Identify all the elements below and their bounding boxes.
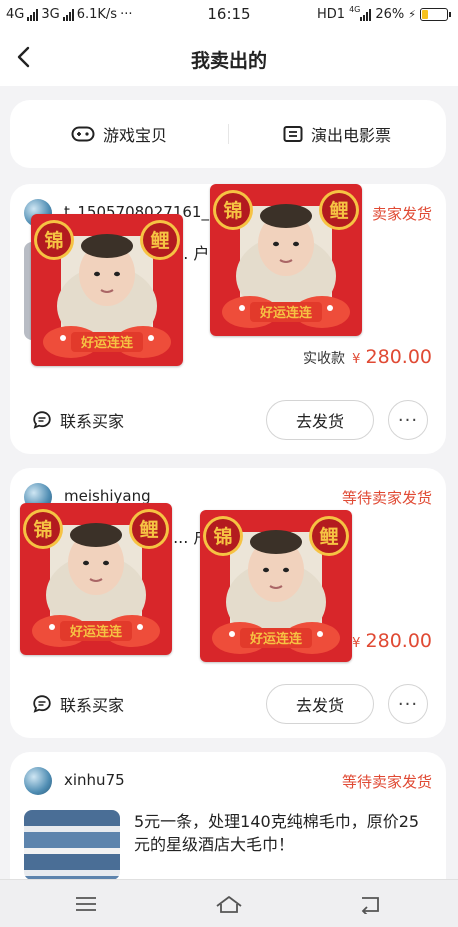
avatar[interactable] xyxy=(24,767,52,795)
charging-icon: ⚡ xyxy=(408,8,416,21)
page-title: 我卖出的 xyxy=(190,50,267,72)
home-button[interactable] xyxy=(214,894,244,914)
status-right: HD1 4G 26% ⚡ xyxy=(317,5,451,22)
menu-icon xyxy=(76,897,96,911)
svg-text:锦: 锦 xyxy=(44,229,63,252)
nav-bar: 我卖出的 xyxy=(0,30,458,86)
net-small-label: 4G xyxy=(349,5,361,14)
svg-text:好运连连: 好运连连 xyxy=(69,624,123,640)
item-thumbnail[interactable] xyxy=(24,810,120,880)
koi-sticker-graphic: 锦 鲤 好运连连 xyxy=(31,214,183,366)
svg-text:鲤: 鲤 xyxy=(139,518,158,541)
svg-text:鲤: 鲤 xyxy=(150,229,169,252)
svg-text:鲤: 鲤 xyxy=(329,199,348,222)
price-value: 280.00 xyxy=(365,346,432,368)
tab-games-label: 游戏宝贝 xyxy=(102,126,167,145)
sticker-image: 锦 鲤 好运连连 xyxy=(31,214,183,366)
tab-tickets[interactable]: 演出电影票 xyxy=(228,100,446,168)
koi-sticker-graphic: 锦 鲤 好运连连 xyxy=(210,184,362,336)
tab-tickets-label: 演出电影票 xyxy=(310,126,391,145)
contact-buyer-button[interactable]: 联系买家 xyxy=(32,692,124,716)
system-nav-bar xyxy=(0,879,458,927)
status-badge: 等待卖家发货 xyxy=(341,489,432,507)
status-badge: 等待卖家发货 xyxy=(341,773,432,791)
svg-text:好运连连: 好运连连 xyxy=(249,631,303,647)
seller-row: xinhu75 等待卖家发货 xyxy=(24,767,432,795)
sticker-image: 锦 鲤 好运连连 xyxy=(200,510,352,662)
tab-divider xyxy=(228,124,229,144)
svg-text:鲤: 鲤 xyxy=(319,525,338,548)
tab-games[interactable]: 游戏宝贝 xyxy=(10,100,228,168)
signal-icon-3 xyxy=(360,8,372,21)
contact-buyer-button[interactable]: 联系买家 xyxy=(32,408,124,432)
menu-button[interactable] xyxy=(73,894,99,914)
price-value: 280.00 xyxy=(365,630,432,652)
price-row: ¥ 280.00 xyxy=(350,630,432,652)
koi-sticker-graphic: 锦 鲤 好运连连 xyxy=(200,510,352,662)
home-icon xyxy=(216,896,242,913)
status-bar: 4G 3G 6.1K/s ··· 16:15 HD1 4G 26% ⚡ xyxy=(0,0,458,30)
contact-buyer-label: 联系买家 xyxy=(60,696,125,715)
koi-sticker-graphic: 锦 鲤 好运连连 xyxy=(20,503,172,655)
category-tabs: 游戏宝贝 演出电影票 xyxy=(10,100,446,168)
hd-label: HD1 xyxy=(317,7,346,22)
sticker-image: 锦 鲤 好运连连 xyxy=(20,503,172,655)
svg-text:锦: 锦 xyxy=(223,199,242,222)
back-icon xyxy=(361,897,379,916)
battery-percent: 26% xyxy=(375,7,405,22)
ship-button[interactable]: 去发货 xyxy=(266,400,374,440)
ship-button[interactable]: 去发货 xyxy=(266,684,374,724)
currency-symbol: ¥ xyxy=(352,636,361,651)
price-label: 实收款 xyxy=(303,351,346,367)
battery-fill xyxy=(422,10,429,19)
price-row: 实收款 ¥ 280.00 xyxy=(303,346,432,368)
svg-text:好运连连: 好运连连 xyxy=(259,305,313,321)
more-button[interactable]: ··· xyxy=(388,400,428,440)
ticket-icon xyxy=(283,126,303,142)
seller-name: xinhu75 xyxy=(64,771,125,789)
chat-bubble-icon xyxy=(33,411,51,429)
svg-text:好运连连: 好运连连 xyxy=(80,335,134,351)
svg-text:锦: 锦 xyxy=(33,518,52,541)
currency-symbol: ¥ xyxy=(352,352,361,367)
more-button[interactable]: ··· xyxy=(388,684,428,724)
sticker-image: 锦 鲤 好运连连 xyxy=(210,184,362,336)
battery-icon xyxy=(420,8,451,21)
item-description: 5元一条，处理140克纯棉毛巾，原价25元的星级酒店大毛巾！ xyxy=(134,812,420,854)
back-system-button[interactable] xyxy=(358,894,384,916)
gamepad-icon xyxy=(71,126,95,142)
svg-text:锦: 锦 xyxy=(213,525,232,548)
status-badge: 卖家发货 xyxy=(371,205,432,223)
contact-buyer-label: 联系买家 xyxy=(60,412,125,431)
chat-bubble-icon xyxy=(33,695,51,713)
